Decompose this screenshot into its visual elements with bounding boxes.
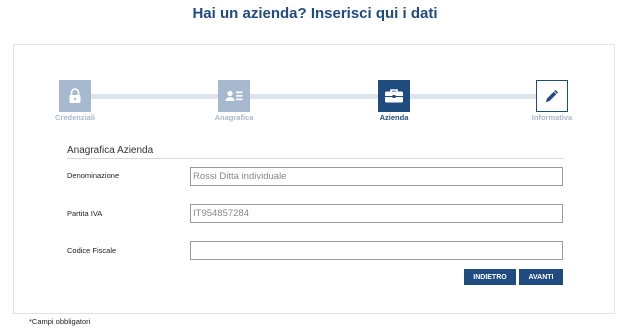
denominazione-label: Denominazione bbox=[67, 171, 120, 180]
stepper-track bbox=[74, 94, 548, 99]
step-informativa[interactable]: Informativa bbox=[507, 80, 597, 122]
back-button[interactable]: INDIETRO bbox=[464, 269, 516, 285]
step-credenziali[interactable]: Credenziali bbox=[30, 80, 120, 122]
section-title: Anagrafica Azienda bbox=[67, 145, 563, 159]
step-label: Credenziali bbox=[54, 113, 95, 122]
lock-icon bbox=[59, 80, 91, 112]
step-azienda[interactable]: Azienda bbox=[349, 80, 439, 122]
codice-fiscale-label: Codice Fiscale bbox=[67, 246, 117, 255]
required-fields-note: *Campi obbligatori bbox=[29, 317, 91, 326]
page-title: Hai un azienda? Inserisci qui i dati bbox=[192, 5, 438, 22]
id-card-icon bbox=[218, 80, 250, 112]
step-label: Azienda bbox=[379, 113, 409, 122]
briefcase-icon bbox=[378, 80, 410, 112]
partita-iva-input[interactable] bbox=[190, 204, 563, 223]
step-anagrafica[interactable]: Anagrafica bbox=[189, 80, 279, 122]
denominazione-input[interactable] bbox=[190, 167, 563, 186]
next-button[interactable]: AVANTI bbox=[519, 269, 563, 285]
partita-iva-label: Partita IVA bbox=[67, 209, 103, 218]
pencil-icon bbox=[536, 80, 568, 112]
step-label: Anagrafica bbox=[214, 113, 254, 122]
registration-card: Credenziali Anagrafica Azienda Informati… bbox=[13, 44, 615, 314]
codice-fiscale-input[interactable] bbox=[190, 241, 563, 260]
step-label: Informativa bbox=[531, 113, 573, 122]
